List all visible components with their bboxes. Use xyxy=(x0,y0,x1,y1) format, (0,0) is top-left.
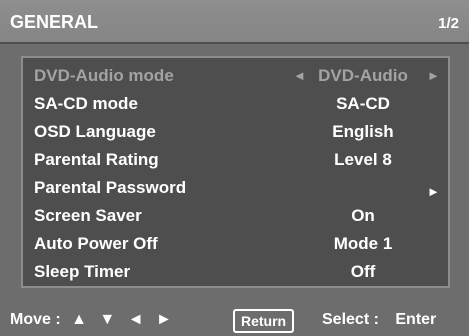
menu-item-parental-password[interactable]: Parental Password ► xyxy=(23,174,448,202)
menu-item-sleep-timer[interactable]: Sleep Timer Off xyxy=(23,258,448,286)
menu-item-label: Parental Password xyxy=(34,178,187,197)
menu-item-value: Off xyxy=(350,262,376,281)
direction-arrows-icon: ▲ ▼ ◄ ► xyxy=(71,311,176,328)
page-indicator: 1/2 xyxy=(438,15,459,32)
menu-item-osd-language[interactable]: OSD Language English xyxy=(23,118,448,146)
menu-item-dvd-audio-mode: DVD-Audio mode ◄ DVD-Audio ► xyxy=(23,62,448,90)
menu-item-label: Screen Saver xyxy=(34,206,142,225)
select-label: Select : xyxy=(322,311,379,328)
menu-item-value: English xyxy=(332,122,394,141)
menu-item-screen-saver[interactable]: Screen Saver On xyxy=(23,202,448,230)
menu-item-value: Level 8 xyxy=(334,150,392,169)
move-hint: Move : ▲ ▼ ◄ ► xyxy=(10,311,176,329)
arrow-right-icon: ► xyxy=(427,184,440,199)
menu-item-sa-cd-mode[interactable]: SA-CD mode SA-CD xyxy=(23,90,448,118)
menu-item-auto-power-off[interactable]: Auto Power Off Mode 1 xyxy=(23,230,448,258)
menu-item-parental-rating[interactable]: Parental Rating Level 8 xyxy=(23,146,448,174)
menu-item-value: On xyxy=(351,206,375,225)
menu-item-label: OSD Language xyxy=(34,122,156,141)
navigation-hints: Move : ▲ ▼ ◄ ► Return Select : Enter xyxy=(0,299,469,336)
move-label: Move : xyxy=(10,311,61,328)
enter-label: Enter xyxy=(395,311,437,328)
menu-item-label: Auto Power Off xyxy=(34,234,158,253)
menu-item-label: SA-CD mode xyxy=(34,94,138,113)
select-hint: Select : Enter xyxy=(322,311,436,329)
menu-item-label: DVD-Audio mode xyxy=(34,66,174,85)
settings-screen: GENERAL 1/2 DVD-Audio mode ◄ DVD-Audio ►… xyxy=(0,0,469,336)
return-button[interactable]: Return xyxy=(233,309,295,333)
page-title: GENERAL xyxy=(10,12,99,32)
menu-item-label: Parental Rating xyxy=(34,150,159,169)
menu-item-value: Mode 1 xyxy=(333,234,393,253)
menu-item-value: DVD-Audio xyxy=(318,66,408,85)
menu-item-label: Sleep Timer xyxy=(34,262,131,281)
settings-menu: DVD-Audio mode ◄ DVD-Audio ► SA-CD mode … xyxy=(21,56,450,288)
menu-item-value: SA-CD xyxy=(336,94,390,113)
arrow-right-icon: ► xyxy=(427,68,440,83)
title-bar: GENERAL 1/2 xyxy=(0,0,469,44)
